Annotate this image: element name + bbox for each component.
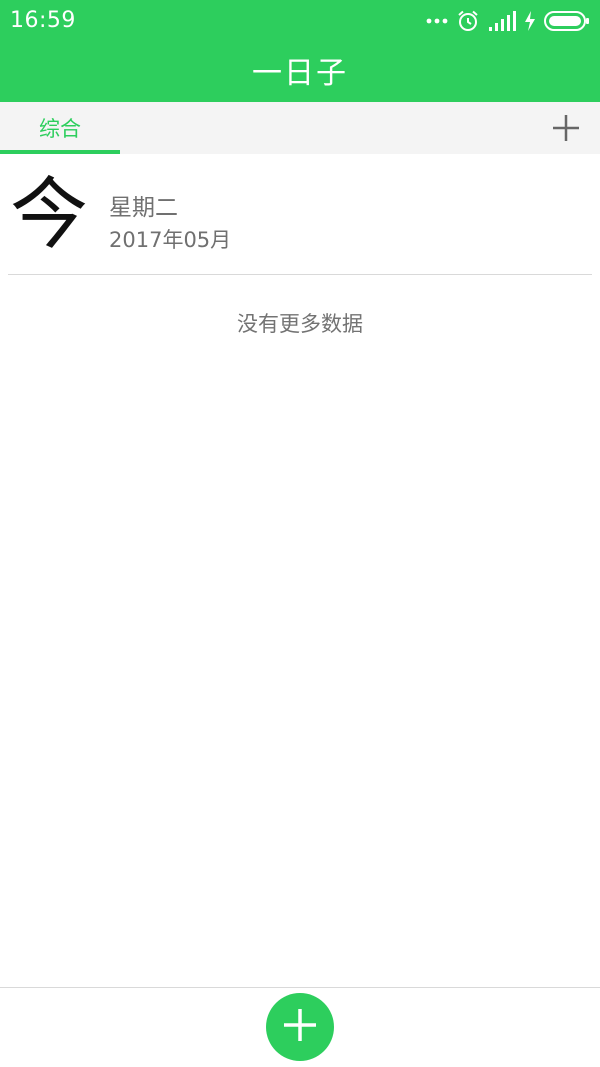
list-item[interactable]: 今 星期二 2017年05月 bbox=[8, 154, 592, 275]
header: 16:59 一日子 bbox=[0, 0, 600, 102]
bottom-divider bbox=[0, 987, 600, 988]
more-dots-icon bbox=[426, 17, 448, 25]
app-screen: 16:59 一日子 综合 今 星期二 2017年05月 没有更多数据 bbox=[0, 0, 600, 1067]
tab-general[interactable]: 综合 bbox=[0, 102, 120, 154]
status-time: 16:59 bbox=[10, 8, 76, 33]
charging-icon bbox=[524, 11, 536, 31]
status-icons bbox=[426, 8, 590, 34]
plus-icon bbox=[550, 115, 582, 148]
entry-glyph: 今 bbox=[10, 170, 89, 260]
alarm-icon bbox=[456, 9, 480, 33]
add-tab-button[interactable] bbox=[550, 112, 582, 144]
tab-bar: 综合 bbox=[0, 102, 600, 154]
entry-weekday: 星期二 bbox=[109, 195, 178, 221]
battery-icon bbox=[544, 11, 590, 31]
entry-month: 2017年05月 bbox=[109, 228, 232, 252]
tab-general-label: 综合 bbox=[39, 117, 81, 141]
app-title: 一日子 bbox=[252, 56, 348, 91]
plus-icon bbox=[281, 1006, 319, 1048]
no-more-data-message: 没有更多数据 bbox=[237, 312, 363, 336]
add-entry-button[interactable] bbox=[266, 993, 334, 1061]
signal-icon bbox=[488, 11, 516, 31]
